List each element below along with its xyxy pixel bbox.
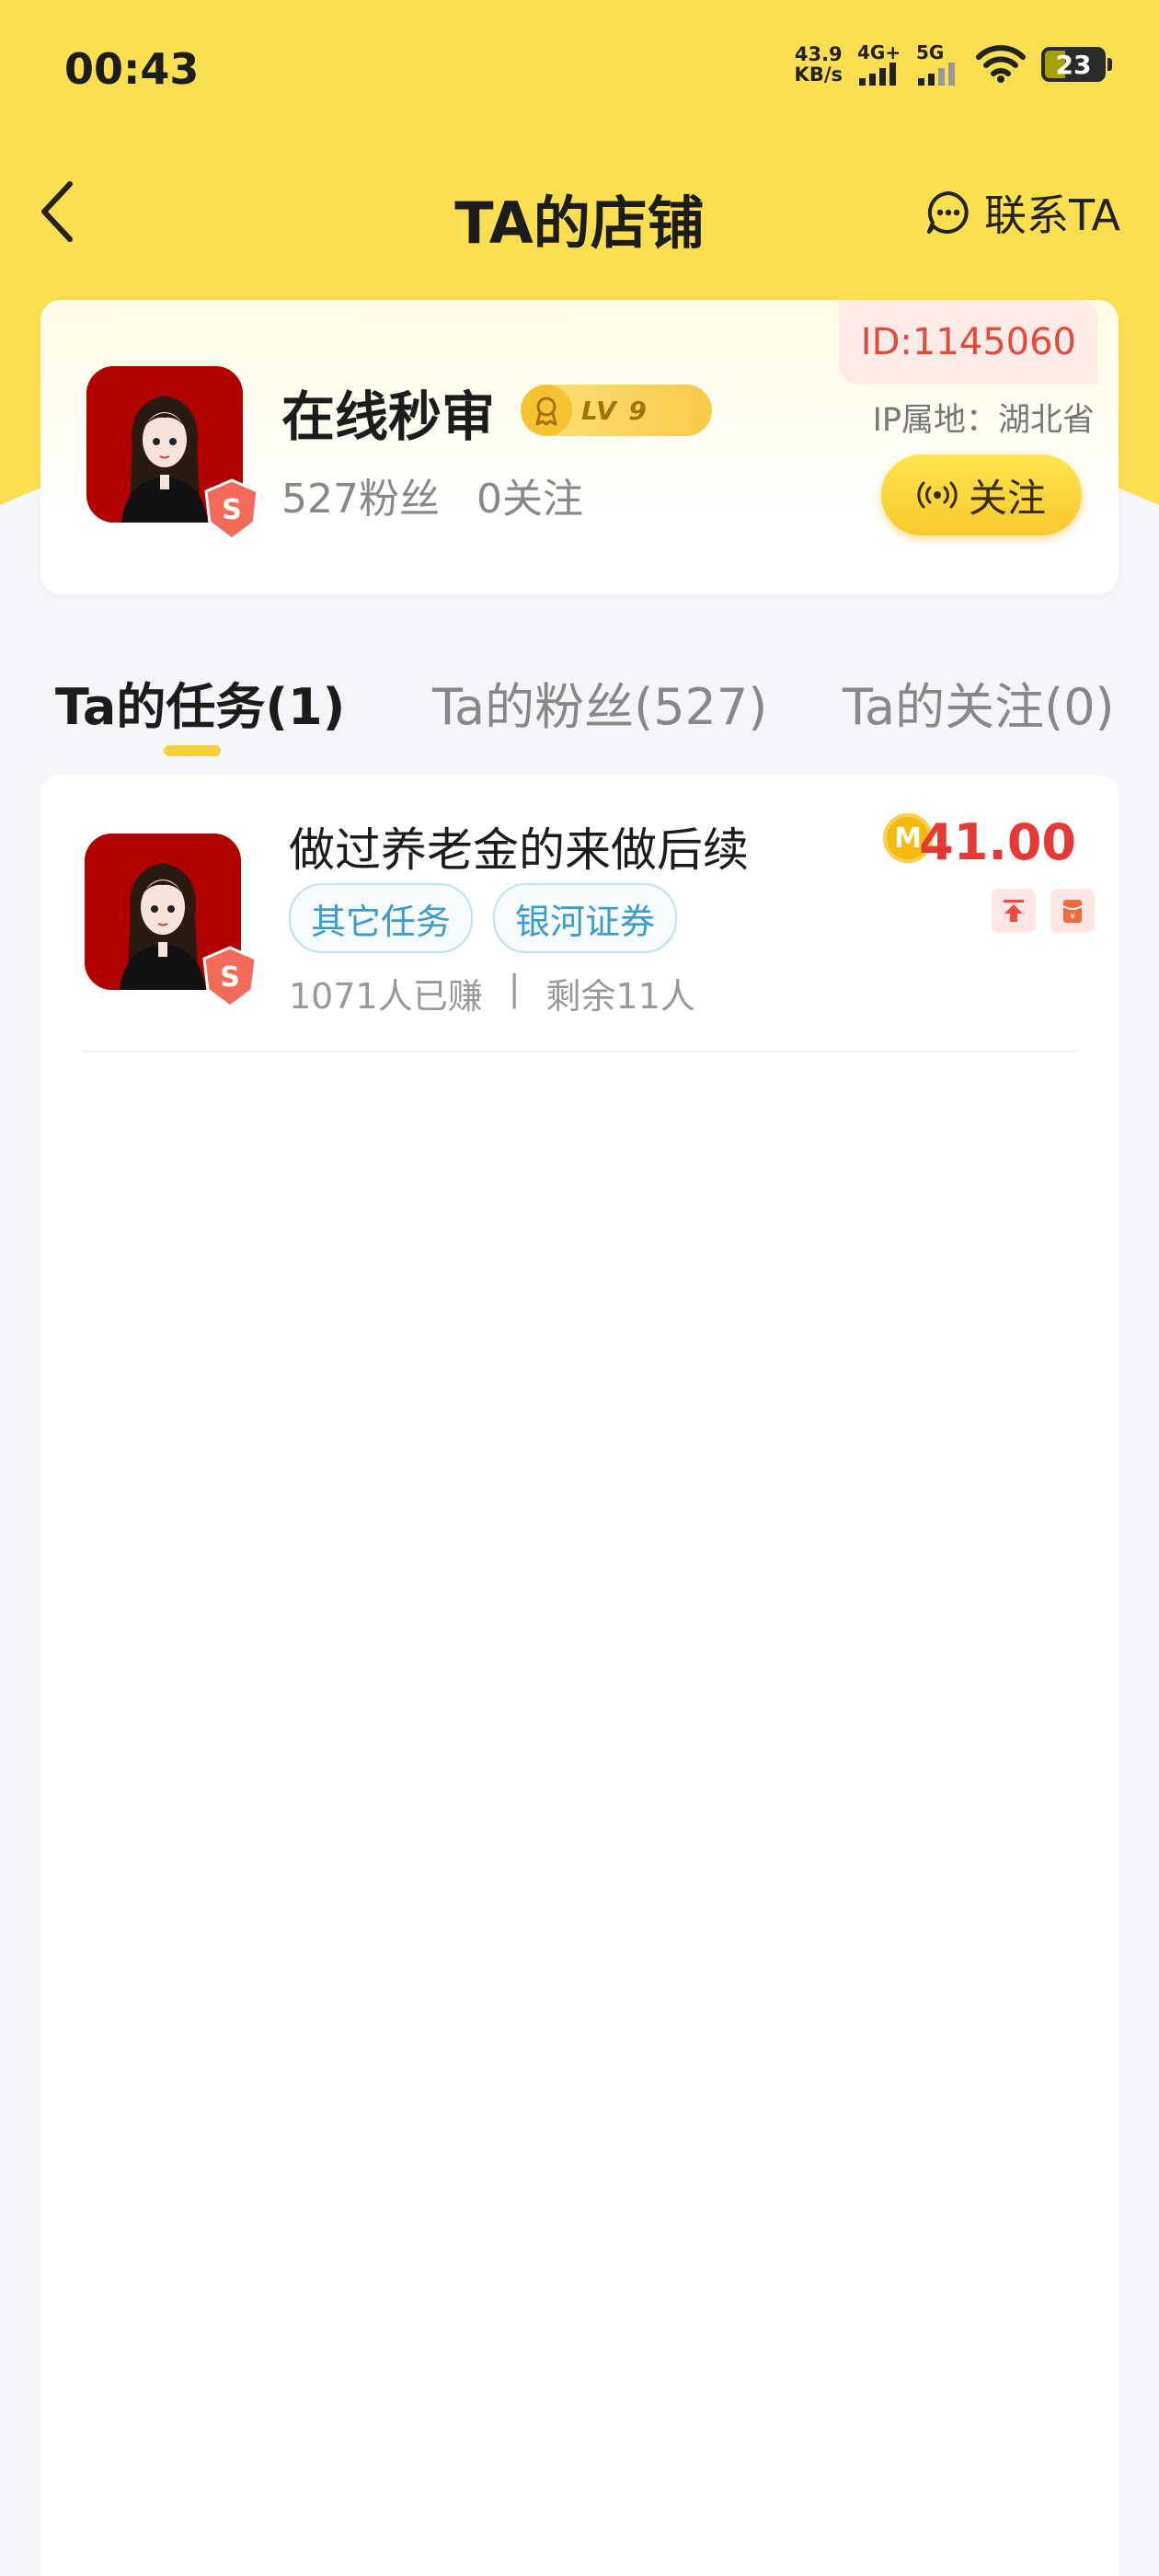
pin-top-icon <box>992 889 1036 933</box>
earned-count: 1071人已赚 <box>289 976 483 1017</box>
list-item[interactable]: S 做过养老金的来做后续 其它任务 银河证券 1071人已赚 | 剩余11人 M… <box>40 775 1119 1052</box>
shop-name: 在线秒审 <box>281 385 496 448</box>
meta-separator: | <box>508 968 521 1008</box>
tab-indicator <box>164 745 221 756</box>
status-time: 00:43 <box>64 44 200 94</box>
net-speed: 43.9 KB/s <box>794 43 843 86</box>
contact-label: 联系TA <box>984 190 1120 240</box>
following-count[interactable]: 0关注 <box>476 466 583 524</box>
task-title: 做过养老金的来做后续 <box>289 823 749 877</box>
task-list: S 做过养老金的来做后续 其它任务 银河证券 1071人已赚 | 剩余11人 M… <box>40 775 1119 2576</box>
svg-text:¥: ¥ <box>1070 913 1075 922</box>
level-shield-icon: S <box>202 946 258 1008</box>
divider <box>83 1051 1076 1052</box>
tab-following[interactable]: Ta的关注(0) <box>843 666 1115 739</box>
task-meta: 1071人已赚 | 剩余11人 <box>289 968 695 1018</box>
task-price: 41.00 <box>919 813 1076 871</box>
profile-stats: 527粉丝 0关注 <box>281 466 583 524</box>
medal-icon <box>521 385 572 436</box>
avatar[interactable]: S <box>86 366 259 541</box>
profile-card: ID:1145060 S 在线秒审 LV 9 527粉丝 0关注 IP属地：湖北… <box>40 300 1119 594</box>
task-avatar: S <box>85 834 258 1008</box>
svg-text:S: S <box>222 494 242 526</box>
chat-icon <box>927 191 969 234</box>
svg-text:S: S <box>220 961 240 994</box>
tab-tasks[interactable]: Ta的任务(1) <box>55 666 345 739</box>
level-shield-icon: S <box>204 478 259 541</box>
level-badge: LV 9 <box>521 385 712 436</box>
user-id-badge: ID:1145060 <box>838 300 1098 385</box>
fans-count[interactable]: 527粉丝 <box>281 466 440 524</box>
task-tag: 银河证券 <box>493 883 678 953</box>
signal-5g-icon: 5G <box>916 43 960 86</box>
ip-location: IP属地：湖北省 <box>872 402 1095 439</box>
broadcast-icon <box>917 481 958 509</box>
remaining-count: 剩余11人 <box>545 976 695 1017</box>
contact-button[interactable]: 联系TA <box>925 182 1120 243</box>
tab-fans[interactable]: Ta的粉丝(527) <box>432 666 767 739</box>
signal-4g-icon: 4G+ <box>857 43 901 86</box>
status-icons: 43.9 KB/s 4G+ 5G 23 <box>794 42 1112 86</box>
battery-icon: 23 <box>1041 47 1112 82</box>
red-envelope-icon: ¥ <box>1050 889 1095 933</box>
wifi-icon <box>975 42 1027 86</box>
task-tag: 其它任务 <box>289 883 474 953</box>
follow-button[interactable]: 关注 <box>881 454 1082 535</box>
